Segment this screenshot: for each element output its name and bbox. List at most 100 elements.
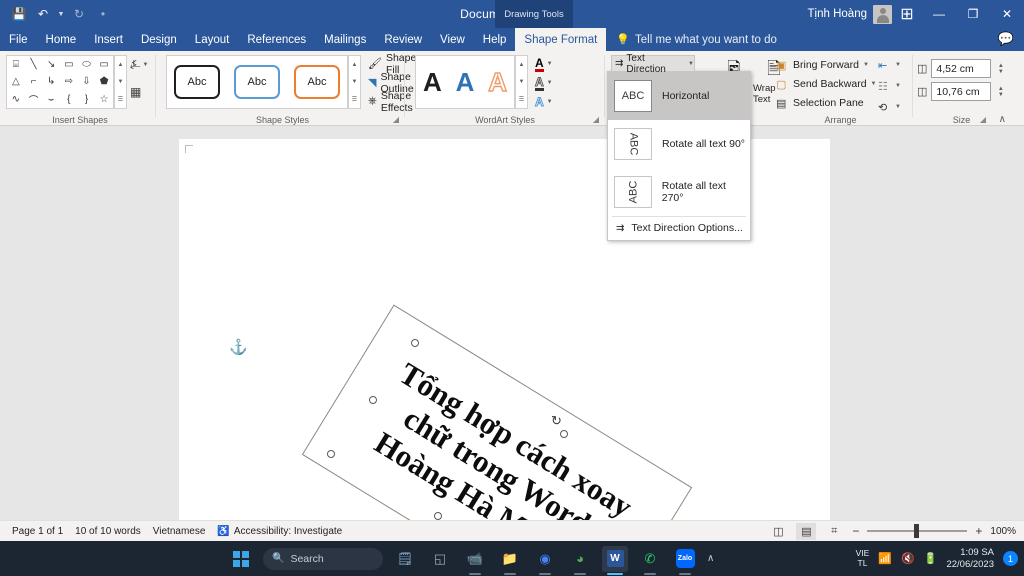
resize-handle-bottom-left[interactable]: [327, 450, 335, 458]
scroll-up-icon[interactable]: ▲: [349, 56, 360, 73]
chevron-down-icon[interactable]: ▼: [547, 61, 553, 67]
chevron-down-icon[interactable]: ▼: [871, 81, 877, 87]
tab-file[interactable]: File: [0, 28, 37, 51]
menu-item-rotate-270[interactable]: ABC Rotate all text 270°: [608, 168, 750, 216]
clock[interactable]: 1:09 SA 22/06/2023: [946, 547, 994, 571]
shape-item[interactable]: ╲: [25, 56, 43, 73]
collapse-ribbon-button[interactable]: ∧: [999, 114, 1006, 125]
tab-home[interactable]: Home: [37, 28, 86, 51]
rotate-handle-icon[interactable]: ↻: [551, 413, 562, 429]
tab-review[interactable]: Review: [375, 28, 431, 51]
chevron-down-icon[interactable]: ▼: [895, 83, 901, 89]
scroll-down-icon[interactable]: ▼: [349, 73, 360, 90]
wifi-icon[interactable]: 📶: [878, 552, 892, 565]
chevron-down-icon[interactable]: ▼: [547, 99, 553, 105]
text-outline-button[interactable]: A ▼: [535, 75, 553, 91]
shape-item[interactable]: △: [7, 73, 25, 90]
edit-shape-button[interactable]: ⍼ ▼: [130, 57, 148, 72]
text-effects-button[interactable]: A ▼: [535, 94, 553, 110]
resize-handle-top-center[interactable]: [560, 430, 568, 438]
status-page[interactable]: Page 1 of 1: [12, 526, 63, 537]
shape-item[interactable]: {: [60, 91, 78, 108]
volume-muted-icon[interactable]: 🔇: [901, 552, 915, 565]
wordart-sample[interactable]: A: [456, 67, 475, 98]
taskbar-app-coccoc[interactable]: ◕: [567, 546, 593, 575]
user-name[interactable]: Tịnh Hoàng: [808, 8, 867, 20]
wordart-gallery-scrollbar[interactable]: ▲ ▼ ☰: [515, 55, 528, 109]
shape-style-thumb[interactable]: Abc: [234, 65, 280, 99]
height-stepper[interactable]: ▲ ▼: [995, 59, 1006, 78]
scroll-down-icon[interactable]: ▼: [516, 73, 527, 90]
view-web-layout-button[interactable]: ⌗: [824, 523, 844, 540]
send-backward-button[interactable]: ▢ Send Backward ▼: [776, 76, 877, 92]
selection-pane-button[interactable]: ▤ Selection Pane: [776, 95, 877, 111]
ribbon-display-options-icon[interactable]: ⊞: [892, 0, 922, 28]
taskbar-app-zalo[interactable]: Zalo: [672, 546, 698, 575]
view-print-layout-button[interactable]: ▤: [796, 522, 817, 540]
status-word-count[interactable]: 10 of 10 words: [75, 526, 141, 537]
document-area[interactable]: ⚓ Tổng hợp cách xoay chữ trong Word Hoàn…: [0, 126, 1024, 520]
shapes-gallery-scrollbar[interactable]: ▲ ▼ ☰: [114, 55, 127, 109]
zoom-out-button[interactable]: −: [852, 524, 859, 538]
tab-layout[interactable]: Layout: [186, 28, 239, 51]
tell-me-box[interactable]: 💡 Tell me what you want to do: [616, 28, 777, 51]
shape-style-thumb[interactable]: Abc: [174, 65, 220, 99]
text-fill-button[interactable]: A ▼: [535, 56, 553, 72]
menu-item-rotate-90[interactable]: ABC Rotate all text 90°: [608, 120, 750, 168]
tab-references[interactable]: References: [238, 28, 315, 51]
shape-styles-dialog-launcher[interactable]: ◢: [393, 115, 399, 124]
zoom-slider[interactable]: [867, 524, 968, 538]
tab-insert[interactable]: Insert: [85, 28, 132, 51]
chevron-down-icon[interactable]: ▼: [895, 62, 901, 68]
bring-forward-button[interactable]: ▣ Bring Forward ▼: [776, 57, 877, 73]
taskbar-app-teams[interactable]: 📹: [462, 546, 488, 575]
start-button[interactable]: [228, 546, 254, 572]
chevron-down-icon[interactable]: ▼: [895, 104, 901, 110]
shape-item[interactable]: ⬭: [78, 56, 96, 73]
chevron-down-icon[interactable]: ▼: [547, 80, 553, 86]
shape-item[interactable]: }: [78, 91, 96, 108]
tab-mailings[interactable]: Mailings: [315, 28, 375, 51]
shape-item[interactable]: ☆: [95, 91, 113, 108]
resize-handle-middle-left[interactable]: [369, 396, 377, 404]
shape-item[interactable]: ⌣: [42, 91, 60, 108]
shape-item[interactable]: ↳: [42, 73, 60, 90]
wordart-gallery[interactable]: A A A: [415, 55, 515, 109]
draw-textbox-button[interactable]: ▦: [130, 83, 141, 101]
shape-styles-scrollbar[interactable]: ▲ ▼ ☰: [348, 55, 361, 109]
wordart-sample[interactable]: A: [423, 67, 442, 98]
shape-item[interactable]: ▭: [95, 56, 113, 73]
resize-handle-bottom-center[interactable]: [434, 512, 442, 520]
taskbar-app-file-explorer[interactable]: 📁: [497, 546, 523, 575]
group-objects-button[interactable]: ☷ ▼: [878, 78, 901, 94]
size-dialog-launcher[interactable]: ◢: [980, 115, 986, 124]
show-hidden-icons-icon[interactable]: ∧: [707, 553, 714, 564]
scroll-up-icon[interactable]: ▲: [516, 56, 527, 73]
notification-badge[interactable]: 1: [1003, 551, 1018, 566]
zoom-in-button[interactable]: +: [975, 524, 982, 538]
shape-height-input[interactable]: 4,52 cm: [931, 59, 992, 78]
shape-style-thumb[interactable]: Abc: [294, 65, 340, 99]
view-read-mode-button[interactable]: ◫: [768, 523, 788, 540]
avatar[interactable]: [873, 4, 892, 24]
zoom-level-label[interactable]: 100%: [990, 526, 1016, 537]
zoom-slider-thumb[interactable]: [914, 524, 920, 538]
taskbar-app-word[interactable]: W: [602, 545, 628, 575]
battery-icon[interactable]: 🔋: [924, 552, 938, 565]
restore-button[interactable]: ❐: [956, 0, 990, 28]
shape-item[interactable]: ▭: [60, 56, 78, 73]
tab-design[interactable]: Design: [132, 28, 186, 51]
shape-width-input[interactable]: 10,76 cm: [931, 82, 992, 101]
taskbar-app-widgets[interactable]: 🗒: [392, 546, 418, 572]
taskbar-app-task-view[interactable]: ◱: [427, 546, 453, 572]
gallery-more-icon[interactable]: ☰: [349, 91, 360, 108]
taskbar-app-whatsapp[interactable]: ✆: [637, 546, 663, 575]
text-direction-button[interactable]: ⇉ Text Direction ▼: [611, 53, 695, 75]
tab-shape-format[interactable]: Shape Format: [515, 28, 607, 51]
shape-item[interactable]: ⌐: [25, 73, 43, 90]
gallery-more-icon[interactable]: ☰: [115, 91, 126, 108]
shape-item[interactable]: ⌸: [7, 56, 25, 73]
taskbar-search[interactable]: 🔍 Search: [263, 547, 383, 570]
close-button[interactable]: ✕: [990, 0, 1024, 28]
shape-item[interactable]: ⇨: [60, 73, 78, 90]
